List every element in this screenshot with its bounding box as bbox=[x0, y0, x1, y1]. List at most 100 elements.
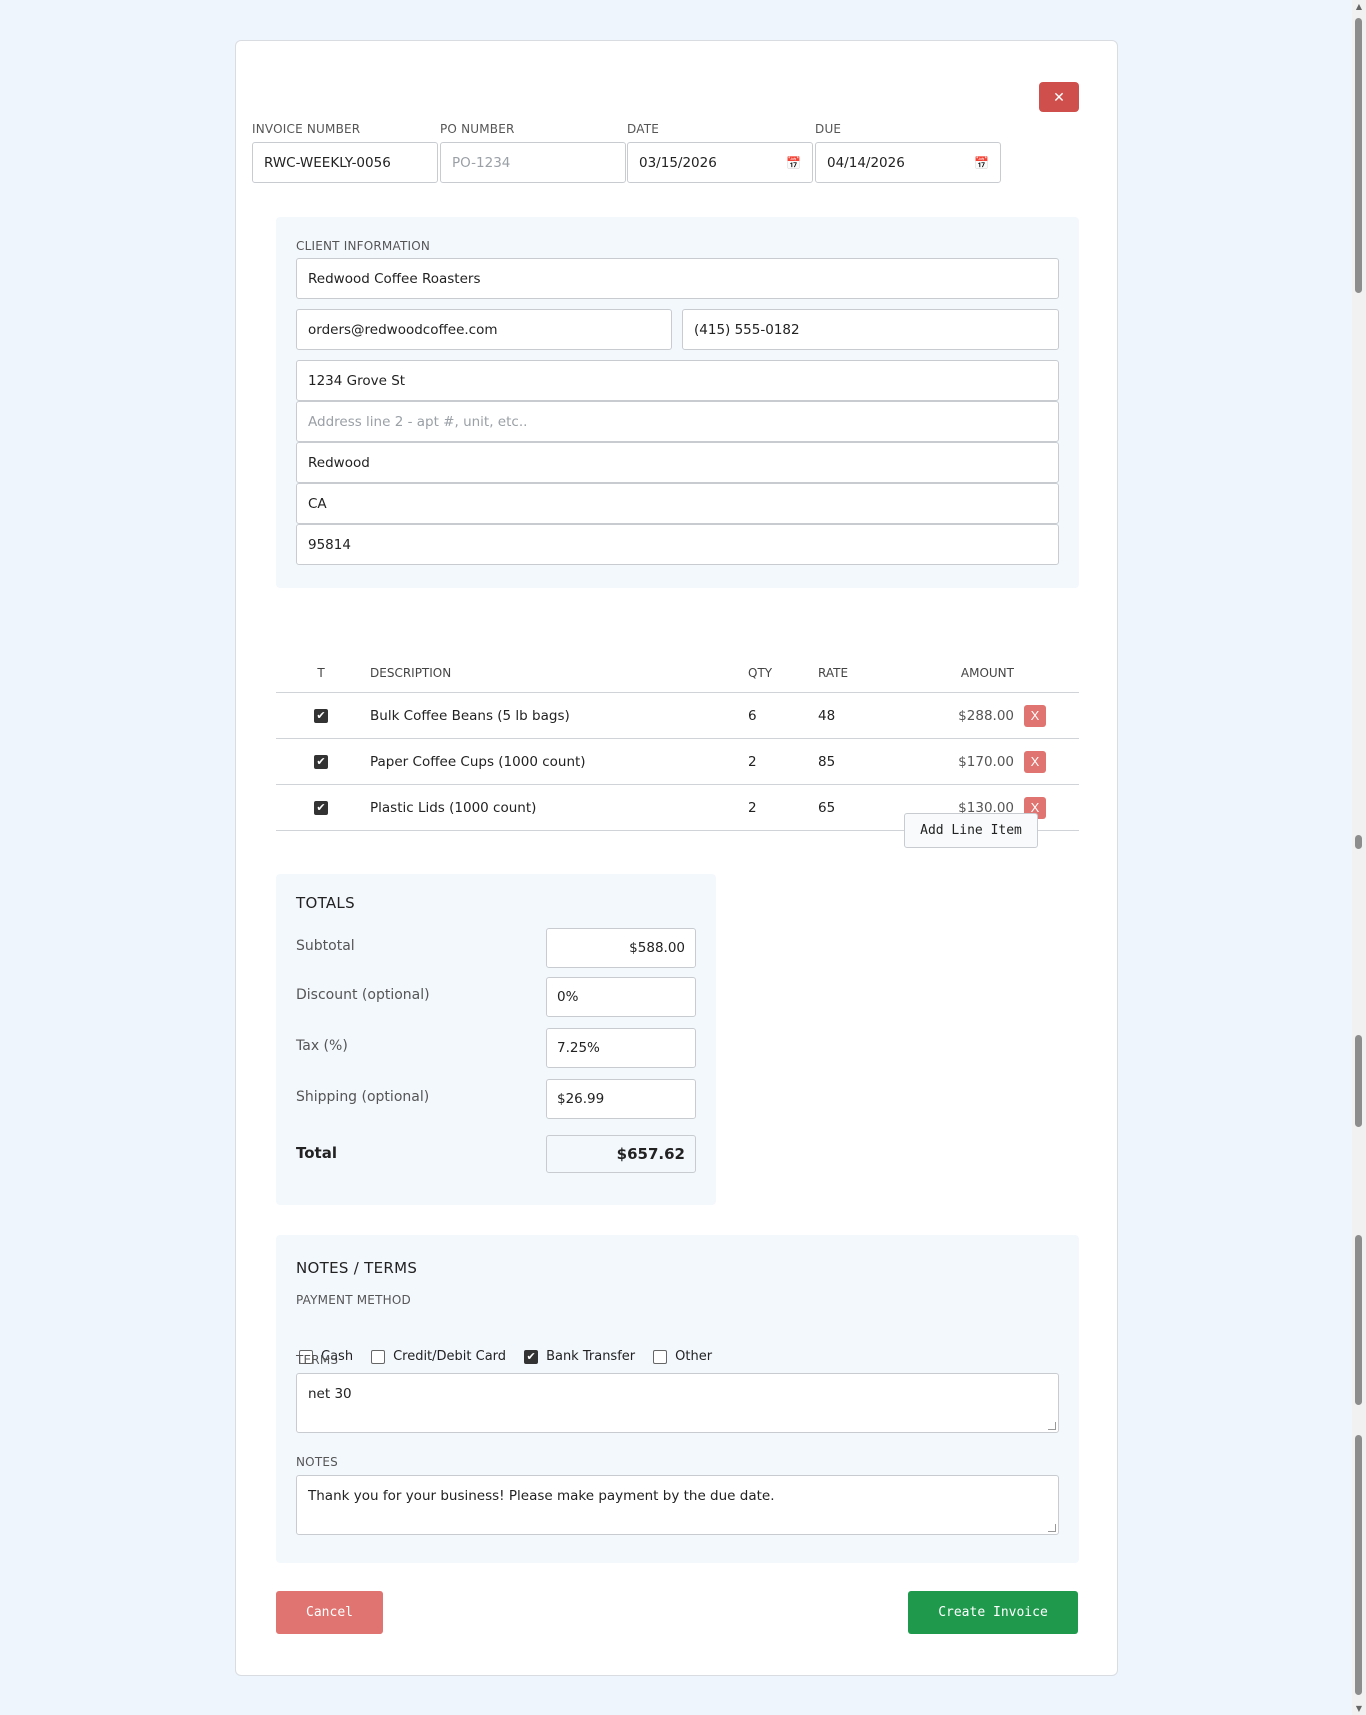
item-qty[interactable]: 6 bbox=[744, 708, 814, 724]
subtotal-field: $588.00 bbox=[546, 928, 696, 968]
po-number-input[interactable]: PO-1234 bbox=[440, 142, 626, 183]
scrollbar-thumb[interactable] bbox=[1355, 1235, 1362, 1405]
scroll-down-arrow-icon[interactable]: ▼ bbox=[1354, 1704, 1364, 1713]
tax-input[interactable]: 7.25% bbox=[546, 1028, 696, 1068]
due-label: DUE bbox=[815, 122, 842, 136]
date-label: DATE bbox=[627, 122, 660, 136]
scrollbar-thumb[interactable] bbox=[1355, 18, 1362, 293]
page-scrollbar[interactable]: ▲ ▼ bbox=[1352, 0, 1366, 1715]
taxable-checkbox[interactable]: ✔ bbox=[314, 754, 328, 769]
tax-value: 7.25% bbox=[557, 1040, 600, 1056]
invoice-number-label: INVOICE NUMBER bbox=[252, 122, 361, 136]
po-number-label: PO NUMBER bbox=[440, 122, 515, 136]
remove-item-button[interactable]: X bbox=[1024, 704, 1046, 727]
client-email-value: orders@redwoodcoffee.com bbox=[308, 321, 498, 338]
notes-label: NOTES bbox=[296, 1455, 338, 1469]
date-value: 03/15/2026 bbox=[639, 154, 717, 171]
date-input[interactable]: 03/15/2026 📅 bbox=[627, 142, 813, 183]
address-line1-value: 1234 Grove St bbox=[308, 372, 406, 389]
client-information-label: CLIENT INFORMATION bbox=[296, 239, 431, 253]
remove-item-button[interactable]: X bbox=[1024, 750, 1046, 773]
item-amount: $170.00 bbox=[958, 753, 1014, 770]
item-description[interactable]: Paper Coffee Cups (1000 count) bbox=[366, 754, 744, 770]
notes-textarea[interactable]: Thank you for your business! Please make… bbox=[296, 1475, 1059, 1535]
taxable-column-header: T bbox=[317, 665, 325, 680]
total-label: Total bbox=[296, 1144, 337, 1162]
other-checkbox[interactable] bbox=[653, 1349, 668, 1364]
close-button[interactable]: ✕ bbox=[1039, 82, 1079, 112]
resize-handle-icon[interactable] bbox=[1048, 1422, 1056, 1430]
item-description[interactable]: Bulk Coffee Beans (5 lb bags) bbox=[366, 708, 744, 724]
item-rate[interactable]: 48 bbox=[814, 708, 904, 724]
client-name-input[interactable]: Redwood Coffee Roasters bbox=[296, 258, 1059, 299]
state-value: CA bbox=[308, 495, 327, 512]
create-invoice-button[interactable]: Create Invoice bbox=[908, 1591, 1078, 1634]
scrollbar-thumb[interactable] bbox=[1355, 1035, 1362, 1127]
item-description[interactable]: Plastic Lids (1000 count) bbox=[366, 800, 744, 816]
item-rate[interactable]: 65 bbox=[814, 800, 904, 816]
address-line2-input[interactable]: Address line 2 - apt #, unit, etc.. bbox=[296, 401, 1059, 442]
item-qty[interactable]: 2 bbox=[744, 800, 814, 816]
city-value: Redwood bbox=[308, 454, 370, 471]
discount-input[interactable]: 0% bbox=[546, 977, 696, 1017]
discount-label: Discount (optional) bbox=[296, 987, 430, 1003]
address-line1-input[interactable]: 1234 Grove St bbox=[296, 360, 1059, 401]
cancel-button[interactable]: Cancel bbox=[276, 1591, 383, 1634]
close-icon: ✕ bbox=[1053, 88, 1065, 105]
table-row: ✔ Paper Coffee Cups (1000 count) 2 85 $1… bbox=[276, 739, 1079, 785]
notes-terms-section: NOTES / TERMS PAYMENT METHOD Cash Credit… bbox=[276, 1235, 1079, 1563]
notes-value: Thank you for your business! Please make… bbox=[308, 1488, 775, 1504]
client-information-section: CLIENT INFORMATION Redwood Coffee Roaste… bbox=[276, 217, 1079, 588]
zip-value: 95814 bbox=[308, 536, 351, 553]
other-label: Other bbox=[675, 1349, 713, 1364]
client-phone-value: (415) 555-0182 bbox=[694, 321, 800, 338]
due-value: 04/14/2026 bbox=[827, 154, 905, 171]
description-column-header: DESCRIPTION bbox=[370, 665, 452, 680]
card-label: Credit/Debit Card bbox=[393, 1349, 507, 1364]
resize-handle-icon[interactable] bbox=[1048, 1524, 1056, 1532]
payment-method-group: Cash Credit/Debit Card ✔ Bank Transfer O… bbox=[299, 1349, 730, 1364]
scroll-up-arrow-icon[interactable]: ▲ bbox=[1354, 2, 1364, 11]
bank-transfer-checkbox[interactable]: ✔ bbox=[524, 1349, 539, 1364]
invoice-number-value: RWC-WEEKLY-0056 bbox=[264, 154, 391, 171]
taxable-checkbox[interactable]: ✔ bbox=[314, 708, 328, 723]
shipping-input[interactable]: $26.99 bbox=[546, 1079, 696, 1119]
bank-transfer-label: Bank Transfer bbox=[546, 1349, 636, 1364]
total-field: $657.62 bbox=[546, 1135, 696, 1173]
terms-label: TERMS bbox=[296, 1353, 339, 1367]
terms-textarea[interactable]: net 30 bbox=[296, 1373, 1059, 1433]
total-value: $657.62 bbox=[616, 1145, 685, 1163]
calendar-icon[interactable]: 📅 bbox=[974, 156, 989, 170]
table-row: ✔ Bulk Coffee Beans (5 lb bags) 6 48 $28… bbox=[276, 693, 1079, 739]
scrollbar-thumb[interactable] bbox=[1355, 835, 1362, 849]
invoice-number-input[interactable]: RWC-WEEKLY-0056 bbox=[252, 142, 438, 183]
client-email-input[interactable]: orders@redwoodcoffee.com bbox=[296, 309, 672, 350]
amount-column-header: AMOUNT bbox=[960, 665, 1014, 680]
city-input[interactable]: Redwood bbox=[296, 442, 1059, 483]
payment-method-label: PAYMENT METHOD bbox=[296, 1293, 411, 1307]
payment-option-other[interactable]: Other bbox=[653, 1349, 712, 1364]
payment-option-card[interactable]: Credit/Debit Card bbox=[371, 1349, 506, 1364]
payment-option-bank-transfer[interactable]: ✔ Bank Transfer bbox=[524, 1349, 635, 1364]
notes-terms-title: NOTES / TERMS bbox=[296, 1259, 418, 1277]
state-input[interactable]: CA bbox=[296, 483, 1059, 524]
taxable-checkbox[interactable]: ✔ bbox=[314, 800, 328, 815]
item-rate[interactable]: 85 bbox=[814, 754, 904, 770]
shipping-label: Shipping (optional) bbox=[296, 1089, 430, 1105]
totals-title: TOTALS bbox=[296, 894, 355, 912]
zip-input[interactable]: 95814 bbox=[296, 524, 1059, 565]
add-line-item-button[interactable]: Add Line Item bbox=[904, 813, 1038, 848]
line-items-header: T DESCRIPTION QTY RATE AMOUNT bbox=[276, 653, 1079, 693]
item-qty[interactable]: 2 bbox=[744, 754, 814, 770]
tax-label: Tax (%) bbox=[296, 1038, 348, 1054]
shipping-value: $26.99 bbox=[557, 1091, 605, 1107]
invoice-number-field: INVOICE NUMBER RWC-WEEKLY-0056 bbox=[252, 121, 438, 183]
card-checkbox[interactable] bbox=[371, 1349, 386, 1364]
discount-value: 0% bbox=[557, 989, 579, 1005]
due-field: DUE 04/14/2026 📅 bbox=[815, 121, 1001, 183]
po-number-field: PO NUMBER PO-1234 bbox=[440, 121, 626, 183]
due-input[interactable]: 04/14/2026 📅 bbox=[815, 142, 1001, 183]
client-phone-input[interactable]: (415) 555-0182 bbox=[682, 309, 1059, 350]
scrollbar-thumb[interactable] bbox=[1355, 1435, 1362, 1695]
calendar-icon[interactable]: 📅 bbox=[786, 156, 801, 170]
